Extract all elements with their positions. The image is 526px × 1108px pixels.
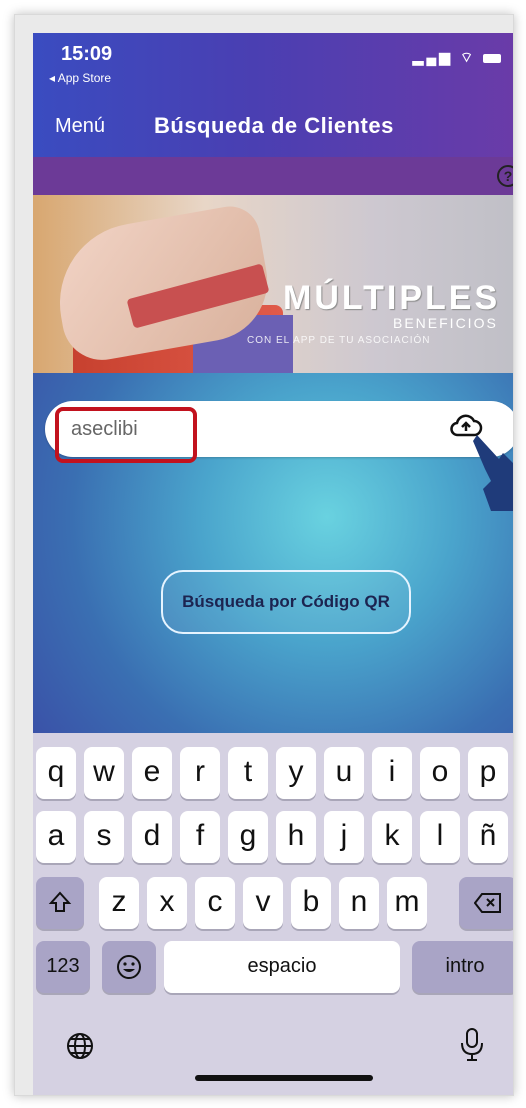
promo-banner: MÚLTIPLES BENEFICIOS CON EL APP DE TU AS…	[33, 195, 513, 373]
help-icon[interactable]: ?	[497, 165, 513, 187]
status-icons: ▂▄▆ ⌔	[413, 49, 501, 67]
screen: 15:09 ◂ App Store ▂▄▆ ⌔ Menú Búsqueda de…	[33, 33, 513, 1095]
key-t[interactable]: t	[228, 747, 268, 799]
key-s[interactable]: s	[84, 811, 124, 863]
key-o[interactable]: o	[420, 747, 460, 799]
key-l[interactable]: l	[420, 811, 460, 863]
numbers-key[interactable]: 123	[36, 941, 90, 993]
key-i[interactable]: i	[372, 747, 412, 799]
backspace-icon	[473, 893, 501, 913]
home-indicator[interactable]	[195, 1075, 373, 1081]
key-k[interactable]: k	[372, 811, 412, 863]
key-y[interactable]: y	[276, 747, 316, 799]
key-n[interactable]: n	[339, 877, 379, 929]
enter-key[interactable]: intro	[412, 941, 513, 993]
key-b[interactable]: b	[291, 877, 331, 929]
search-area: Búsqueda por Código QR	[33, 373, 513, 733]
key-r[interactable]: r	[180, 747, 220, 799]
shift-icon	[48, 891, 72, 912]
shift-key[interactable]	[36, 877, 84, 929]
battery-icon	[483, 53, 501, 63]
signal-icon: ▂▄▆	[412, 49, 454, 65]
menu-button[interactable]: Menú	[55, 115, 105, 138]
key-q[interactable]: q	[36, 747, 76, 799]
banner-subtitle: BENEFICIOS	[393, 315, 498, 331]
key-e[interactable]: e	[132, 747, 172, 799]
banner-tagline: CON EL APP DE TU ASOCIACIÓN	[247, 335, 431, 346]
key-u[interactable]: u	[324, 747, 364, 799]
backspace-key[interactable]	[459, 877, 513, 929]
key-c[interactable]: c	[195, 877, 235, 929]
key-d[interactable]: d	[132, 811, 172, 863]
wifi-icon: ⌔	[459, 49, 477, 65]
page-title: Búsqueda de Clientes	[154, 113, 394, 138]
pointer-hand-icon	[473, 435, 513, 511]
qr-search-button[interactable]: Búsqueda por Código QR	[161, 570, 411, 634]
phone-frame: 15:09 ◂ App Store ▂▄▆ ⌔ Menú Búsqueda de…	[14, 14, 514, 1096]
key-f[interactable]: f	[180, 811, 220, 863]
app-header: 15:09 ◂ App Store ▂▄▆ ⌔ Menú Búsqueda de…	[33, 33, 513, 157]
keyboard: q w e r t y u i o p a s d f g h j k l ñ	[33, 733, 513, 1095]
key-v[interactable]: v	[243, 877, 283, 929]
key-g[interactable]: g	[228, 811, 268, 863]
key-ñ[interactable]: ñ	[468, 811, 508, 863]
emoji-icon	[117, 955, 141, 979]
key-x[interactable]: x	[147, 877, 187, 929]
key-h[interactable]: h	[276, 811, 316, 863]
globe-icon[interactable]	[65, 1031, 95, 1061]
search-highlight-box	[55, 407, 197, 463]
banner-title: MÚLTIPLES	[283, 279, 501, 317]
key-z[interactable]: z	[99, 877, 139, 929]
key-w[interactable]: w	[84, 747, 124, 799]
space-key[interactable]: espacio	[164, 941, 400, 993]
microphone-icon[interactable]	[459, 1027, 485, 1061]
key-j[interactable]: j	[324, 811, 364, 863]
emoji-key[interactable]	[102, 941, 156, 993]
key-p[interactable]: p	[468, 747, 508, 799]
key-a[interactable]: a	[36, 811, 76, 863]
back-to-app-store[interactable]: ◂ App Store	[49, 71, 111, 85]
status-time: 15:09	[61, 43, 113, 65]
toolbar-band: ?	[33, 157, 513, 195]
key-m[interactable]: m	[387, 877, 427, 929]
